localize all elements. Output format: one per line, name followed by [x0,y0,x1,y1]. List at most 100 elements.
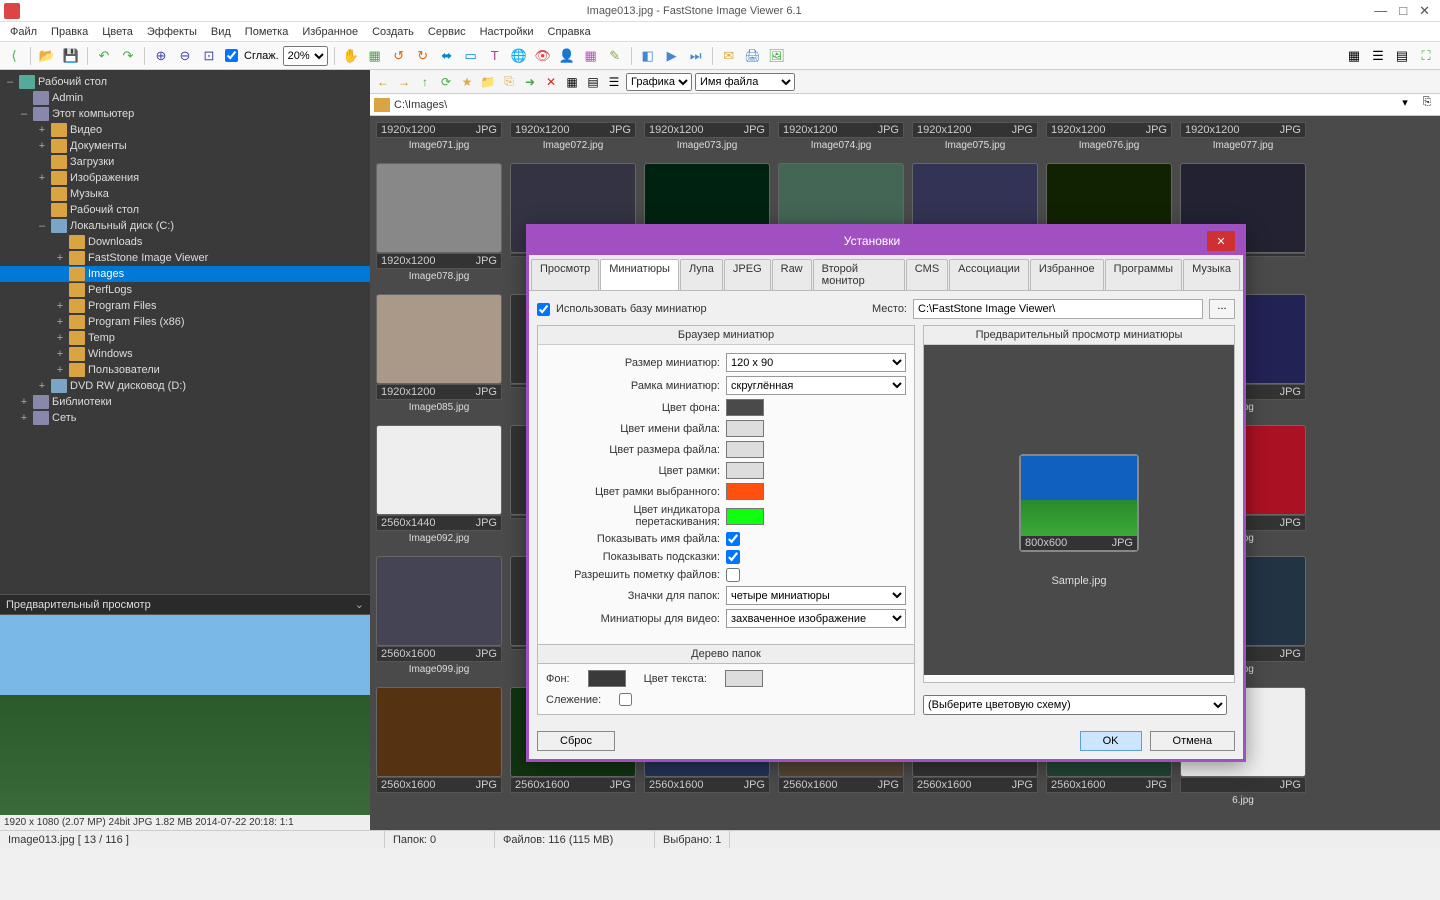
showname-checkbox[interactable] [726,532,740,546]
tab-Избранное[interactable]: Избранное [1030,259,1104,290]
tree-music[interactable]: Музыка [70,188,109,200]
tree-video[interactable]: Видео [70,124,102,136]
thumbnail[interactable]: 1920x1200JPGImage071.jpg [376,122,502,153]
nav-back-icon[interactable]: ⟨ [4,46,24,66]
tree-text-swatch[interactable] [725,670,763,687]
drag-color-swatch[interactable] [726,508,764,525]
path-text[interactable]: C:\Images\ [394,99,1392,111]
videothumb-select[interactable]: захваченное изображение [726,609,906,628]
tree-pf[interactable]: Program Files [88,300,156,312]
mail-icon[interactable]: ✉ [719,46,739,66]
sort-select[interactable]: Имя файла [695,73,795,91]
text-icon[interactable]: T [485,46,505,66]
tree-docs[interactable]: Документы [70,140,127,152]
thumbnail[interactable]: 1920x1200JPGImage077.jpg [1180,122,1306,153]
tree-libs[interactable]: Библиотеки [52,396,112,408]
thumbnail[interactable]: 1920x1200JPGImage075.jpg [912,122,1038,153]
menu-tag[interactable]: Пометка [239,24,295,40]
thumbnail[interactable]: 2560x1600JPG [376,685,502,808]
maximize-button[interactable]: □ [1399,3,1407,19]
thumbnail[interactable]: 2560x1440JPGImage092.jpg [376,423,502,546]
zoom-fit-icon[interactable]: ⊡ [199,46,219,66]
thumb-size-select[interactable]: 120 x 90 [726,353,906,372]
tab-Просмотр[interactable]: Просмотр [531,259,599,290]
view-detail-icon[interactable]: ▤ [1392,46,1412,66]
nav-fwd-icon[interactable]: → [395,73,413,91]
thumbnail[interactable]: 1920x1200JPGImage074.jpg [778,122,904,153]
marking-checkbox[interactable] [726,568,740,582]
thumbnail[interactable]: 1920x1200JPGImage078.jpg [376,161,502,284]
thumbnail[interactable]: 1920x1200JPGImage085.jpg [376,292,502,415]
tab-CMS[interactable]: CMS [906,259,948,290]
save-icon[interactable]: 💾 [61,46,81,66]
tree-desk2[interactable]: Рабочий стол [70,204,139,216]
slideshow2-icon[interactable]: ⏭ [686,46,706,66]
tree-net[interactable]: Сеть [52,412,76,424]
dialog-close-button[interactable]: ✕ [1207,231,1235,251]
menu-favorites[interactable]: Избранное [296,24,364,40]
zoom-out-icon[interactable]: ⊖ [175,46,195,66]
tree-desktop[interactable]: Рабочий стол [38,76,107,88]
resize-icon[interactable]: ⬌ [437,46,457,66]
menu-file[interactable]: Файл [4,24,43,40]
tree-admin[interactable]: Admin [52,92,83,104]
nav-up-icon[interactable]: ↑ [416,73,434,91]
thumbnail[interactable]: 1920x1200JPGImage072.jpg [510,122,636,153]
path-dropdown-icon[interactable]: ▾ [1396,96,1414,114]
menu-create[interactable]: Создать [366,24,420,40]
menu-edit[interactable]: Правка [45,24,94,40]
tab-JPEG[interactable]: JPEG [724,259,771,290]
fullscreen-icon[interactable]: ⛶ [1416,46,1436,66]
tree-dvd[interactable]: DVD RW дисковод (D:) [70,380,186,392]
fsize-color-swatch[interactable] [726,441,764,458]
view-list-icon[interactable]: ☰ [1368,46,1388,66]
menu-effects[interactable]: Эффекты [141,24,203,40]
move-icon[interactable]: ➜ [521,73,539,91]
tab-Raw[interactable]: Raw [772,259,812,290]
delete-icon[interactable]: ✕ [542,73,560,91]
tree-downloads[interactable]: Загрузки [70,156,114,168]
dialog-titlebar[interactable]: Установки ✕ [529,227,1243,255]
tree-temp[interactable]: Temp [88,332,115,344]
collapse-icon[interactable]: ⌄ [355,598,364,611]
compare-icon[interactable]: ◧ [638,46,658,66]
smoothing-checkbox[interactable] [225,49,238,62]
zoom-in-icon[interactable]: ⊕ [151,46,171,66]
close-button[interactable]: ✕ [1419,3,1430,19]
grid-icon[interactable]: ▦ [365,46,385,66]
bg-color-swatch[interactable] [726,399,764,416]
use-db-checkbox[interactable] [537,303,550,316]
view2-icon[interactable]: ▤ [584,73,602,91]
tree-images[interactable]: Images [88,268,124,280]
refresh-icon[interactable]: ⟳ [437,73,455,91]
group-select[interactable]: Графика [626,73,692,91]
path-copy-icon[interactable]: ⎘ [1418,96,1436,114]
zoom-select[interactable]: 20% [283,46,328,66]
fname-color-swatch[interactable] [726,420,764,437]
globe-icon[interactable]: 🌐 [509,46,529,66]
view3-icon[interactable]: ☰ [605,73,623,91]
tab-Программы[interactable]: Программы [1105,259,1182,290]
open-icon[interactable]: 📂 [37,46,57,66]
thumbnail[interactable]: 2560x1600JPGImage099.jpg [376,554,502,677]
scheme-select[interactable]: (Выберите цветовую схему) [923,695,1227,715]
selborder-color-swatch[interactable] [726,483,764,500]
redo-icon[interactable]: ↷ [118,46,138,66]
tree-windows[interactable]: Windows [88,348,133,360]
menu-view[interactable]: Вид [205,24,237,40]
menu-colors[interactable]: Цвета [96,24,139,40]
person-icon[interactable]: 👤 [557,46,577,66]
minimize-button[interactable]: — [1374,3,1387,19]
track-checkbox[interactable] [619,693,632,706]
thumbnail[interactable]: 1920x1200JPGImage073.jpg [644,122,770,153]
hand-icon[interactable]: ✋ [341,46,361,66]
thumbnail[interactable]: 1920x1200JPGImage076.jpg [1046,122,1172,153]
ok-button[interactable]: OK [1080,731,1142,751]
menu-help[interactable]: Справка [542,24,597,40]
hints-checkbox[interactable] [726,550,740,564]
print-icon[interactable]: 🖨 [743,46,763,66]
reset-button[interactable]: Сброс [537,731,615,751]
tree-perflogs[interactable]: PerfLogs [88,284,132,296]
tab-Миниатюры[interactable]: Миниатюры [600,259,679,290]
nav-back-icon[interactable]: ← [374,73,392,91]
